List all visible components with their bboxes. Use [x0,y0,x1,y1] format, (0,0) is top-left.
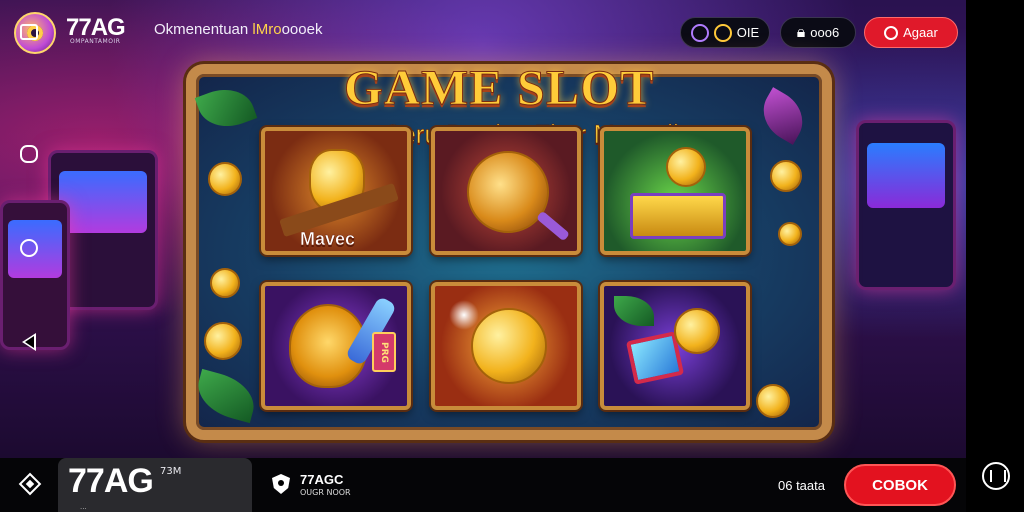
slot-tile-label: Mavec [300,229,356,250]
brand-subtext: OMPANTAMOIR [70,38,121,45]
sparkle-icon [449,300,479,330]
home-button[interactable] [0,228,58,268]
header-cta-label: Agaar [903,25,938,40]
slot-tile-giftbox[interactable] [600,127,750,255]
tagline-tail: oooek [281,21,323,38]
coin-decoration [208,162,242,196]
slot-machine-right [856,120,956,290]
coin-decoration [770,160,802,192]
coin-stack-icon [674,308,720,354]
header-cta-button[interactable]: Agaar [864,17,958,48]
lock-icon: 🔒︎ [796,23,806,41]
bottom-cta-button[interactable]: COBOK [844,464,956,506]
coin-icon-secondary [713,23,732,42]
menu-icon[interactable] [982,462,1010,490]
slot-tile-gem[interactable] [600,282,750,410]
wand-icon [535,210,571,242]
medallion-icon [467,151,549,233]
coin-decoration [756,384,790,418]
slot-tile-goldcoin[interactable] [431,282,581,410]
coin-balance-pill[interactable]: OIE [680,17,770,48]
header-tagline: Okmenentuan lMrooooek [154,21,322,38]
coin-decoration [204,322,242,360]
coin-icon [690,23,709,42]
gold-coin-icon [471,308,547,384]
coin-decoration [778,222,802,246]
slot-tile-ribbon: PRG [372,332,396,372]
account-pill[interactable]: 🔒︎ ooo6 [780,17,856,48]
slot-tile-medallion[interactable] [431,127,581,255]
bottom-brand-name: 77AG [68,462,154,500]
coin-pill-label: OIE [736,25,760,40]
bottom-app-name[interactable]: 77AGC [300,472,343,487]
back-icon [22,333,36,351]
hero-title: GAME SLOT [343,59,655,116]
bottom-brand-badge: 73M [160,466,182,477]
bottom-promo-text: 06 taata [778,478,825,493]
tagline-highlight: lMro [252,21,282,38]
account-pill-label: ooo6 [810,25,840,40]
tagline-main: Okmenentuan [154,21,249,38]
giftbox-icon [630,193,726,239]
bottom-brand-caption: ... [80,503,87,511]
coin-decoration [210,268,240,298]
back-button[interactable] [0,322,58,362]
recents-icon [20,24,38,40]
system-nav-bar [966,0,1024,512]
home-icon [20,239,38,257]
cta-icon [884,25,899,40]
coin-icon [666,147,706,187]
leaf-decoration [614,296,654,326]
assistant-button[interactable] [0,134,58,174]
assistant-icon [20,145,38,163]
recents-button[interactable] [0,12,58,52]
bottom-app-sub: OUGR NOOR [300,488,351,497]
